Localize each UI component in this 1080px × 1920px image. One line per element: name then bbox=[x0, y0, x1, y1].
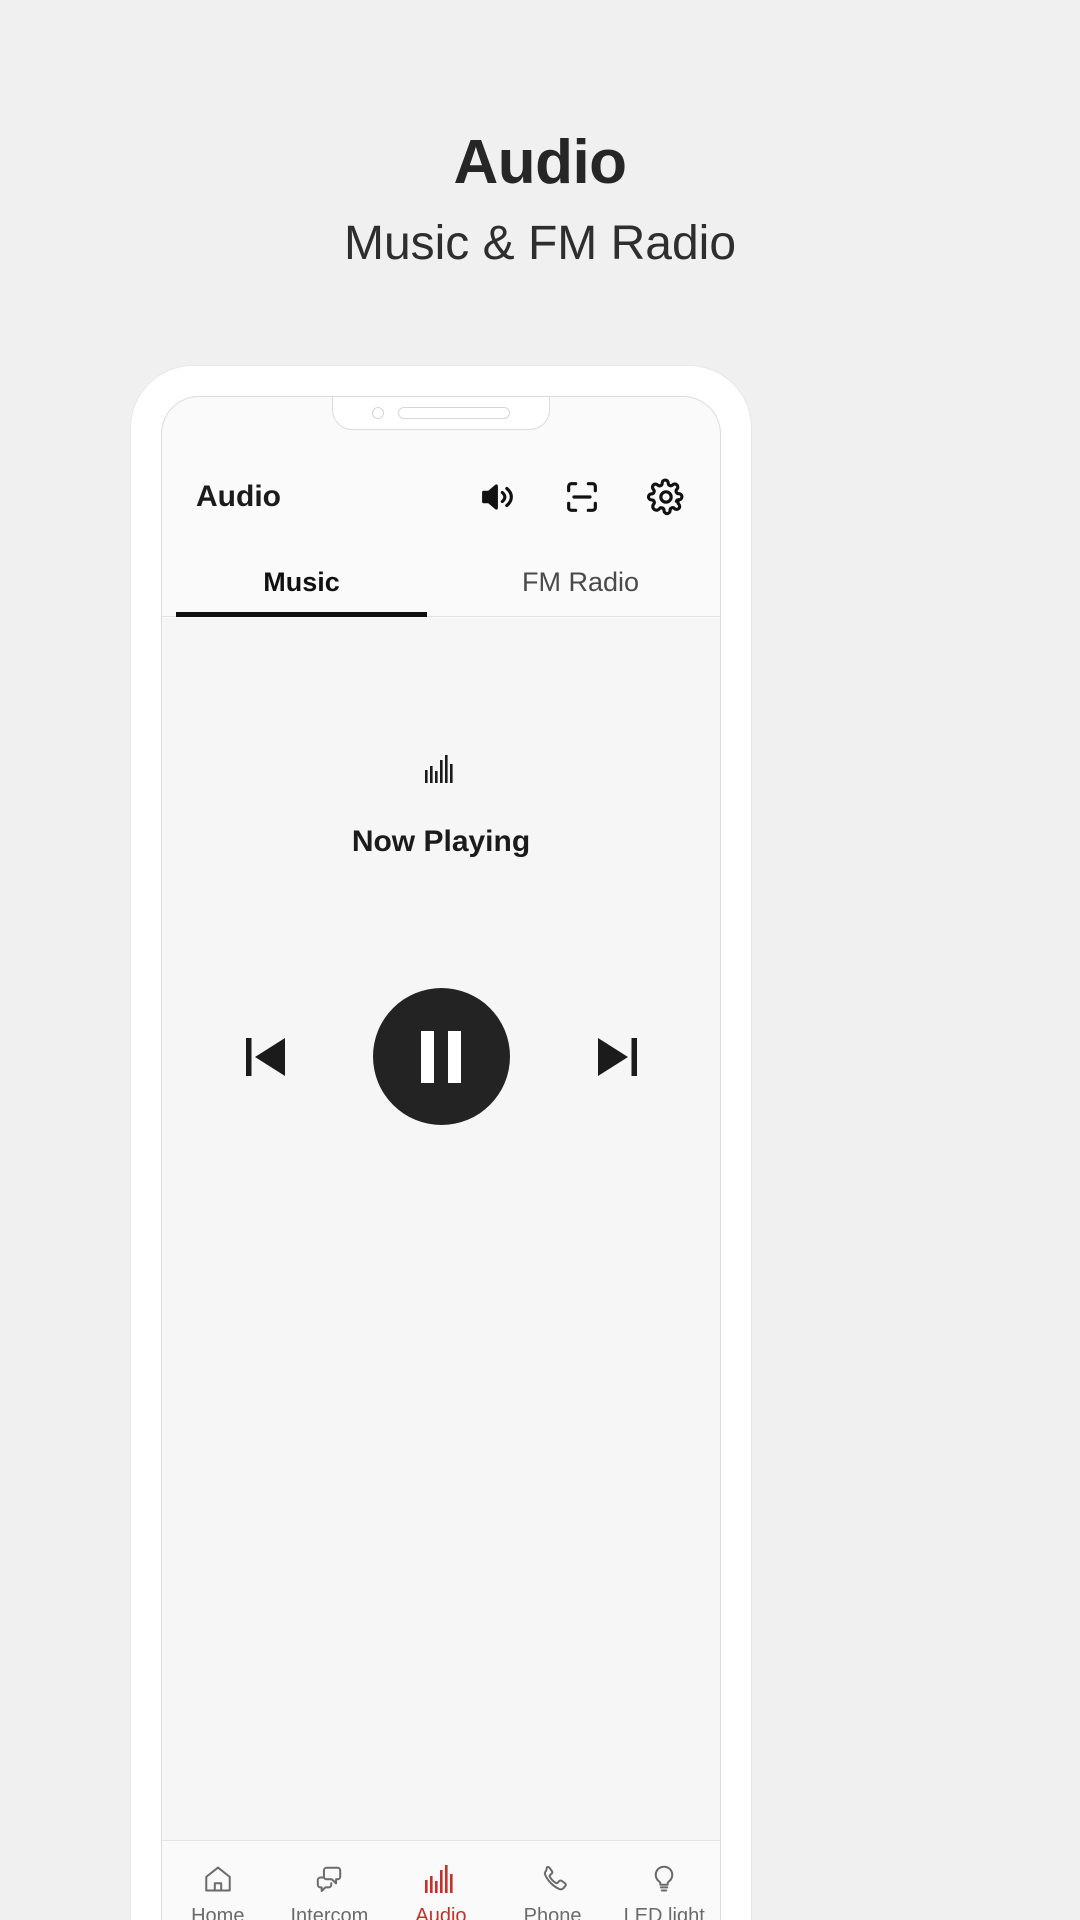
scan-icon[interactable] bbox=[562, 477, 602, 517]
bottom-navigation-bar: Home Intercom Audio Phone LED light bbox=[162, 1840, 720, 1920]
tab-fm-radio-label: FM Radio bbox=[521, 567, 640, 597]
promo-screenshot: Audio Music & FM Radio Audio Music FM Ra… bbox=[0, 0, 1080, 1920]
nav-item-intercom[interactable]: Intercom bbox=[274, 1861, 386, 1920]
phone-mockup: Audio Music FM Radio Now Playing Home In… bbox=[131, 366, 751, 1920]
app-title: Audio bbox=[196, 480, 281, 513]
settings-gear-icon[interactable] bbox=[646, 477, 686, 517]
nav-label-intercom: Intercom bbox=[290, 1905, 369, 1920]
pause-button[interactable] bbox=[372, 988, 510, 1125]
equalizer-icon bbox=[425, 755, 453, 783]
tab-bar: Music FM Radio bbox=[162, 541, 720, 617]
home-icon bbox=[202, 1861, 234, 1897]
audio-equalizer-icon bbox=[424, 1861, 458, 1897]
nav-label-phone: Phone bbox=[523, 1905, 582, 1920]
nav-item-phone[interactable]: Phone bbox=[497, 1861, 609, 1920]
earpiece-speaker-icon bbox=[398, 406, 510, 419]
playback-controls bbox=[162, 988, 720, 1125]
header-icon-group bbox=[478, 477, 686, 517]
promo-heading: Audio Music & FM Radio bbox=[0, 132, 1080, 268]
pause-icon bbox=[421, 1030, 461, 1083]
music-player-panel: Now Playing bbox=[162, 618, 720, 1840]
phone-screen: Audio Music FM Radio Now Playing Home In… bbox=[161, 396, 721, 1920]
lightbulb-icon bbox=[648, 1861, 680, 1897]
next-track-button[interactable] bbox=[586, 1026, 648, 1088]
phone-notch bbox=[332, 397, 550, 430]
nav-label-home: Home bbox=[191, 1905, 245, 1920]
tab-music[interactable]: Music bbox=[162, 541, 441, 617]
nav-label-led-light: LED light bbox=[623, 1905, 705, 1920]
next-track-icon bbox=[597, 1037, 637, 1076]
front-camera-icon bbox=[372, 406, 384, 419]
phone-icon bbox=[537, 1861, 569, 1897]
intercom-icon bbox=[313, 1861, 345, 1897]
nav-item-home[interactable]: Home bbox=[162, 1861, 274, 1920]
previous-track-button[interactable] bbox=[235, 1026, 297, 1088]
equalizer-icon-wrap bbox=[162, 754, 720, 784]
tab-music-label: Music bbox=[263, 567, 340, 597]
tab-fm-radio[interactable]: FM Radio bbox=[441, 541, 720, 616]
nav-item-audio[interactable]: Audio bbox=[385, 1861, 497, 1920]
volume-icon[interactable] bbox=[478, 477, 518, 517]
previous-track-icon bbox=[245, 1037, 285, 1076]
promo-title: Audio bbox=[453, 128, 627, 197]
app-header: Audio bbox=[162, 453, 720, 541]
nav-label-audio: Audio bbox=[415, 1905, 467, 1920]
promo-subtitle: Music & FM Radio bbox=[343, 217, 737, 270]
now-playing-status: Now Playing bbox=[351, 825, 531, 858]
nav-item-led-light[interactable]: LED light bbox=[608, 1861, 720, 1920]
